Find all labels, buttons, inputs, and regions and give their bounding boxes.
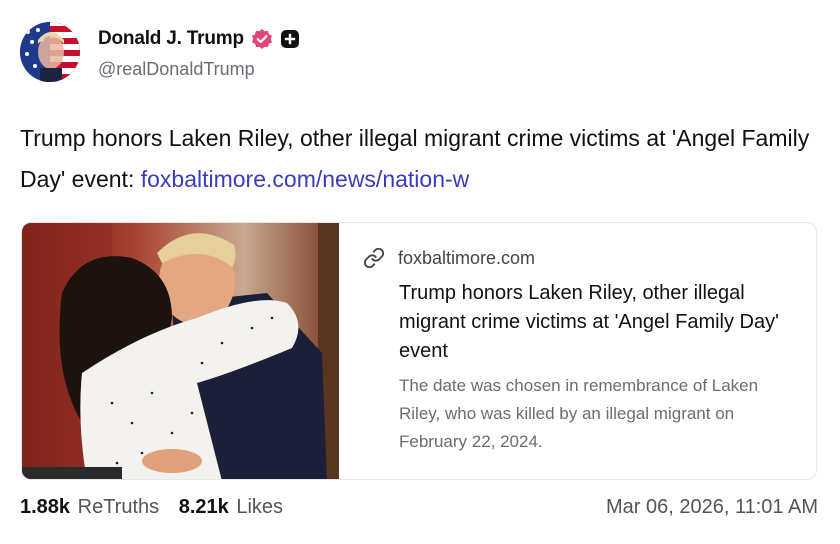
- avatar[interactable]: [20, 22, 80, 82]
- card-domain-row: foxbaltimore.com: [363, 245, 801, 271]
- plus-badge-icon: [280, 29, 300, 49]
- card-domain: foxbaltimore.com: [398, 247, 536, 268]
- retruths-stat[interactable]: 1.88k ReTruths: [20, 496, 159, 519]
- likes-count: 8.21k: [178, 496, 229, 518]
- likes-stat[interactable]: 8.21k Likes: [179, 496, 283, 519]
- post-footer: 1.88k ReTruths 8.21k Likes Mar 06, 2026,…: [20, 496, 818, 526]
- display-name[interactable]: Donald J. Trump: [98, 28, 244, 50]
- post-text: Trump honors Laken Riley, other illegal …: [20, 118, 820, 200]
- card-title[interactable]: Trump honors Laken Riley, other illegal …: [399, 279, 799, 366]
- name-line: Donald J. Trump: [98, 27, 300, 51]
- avatar-flag-portrait-icon: [20, 22, 80, 82]
- verified-badge-icon: [251, 28, 273, 50]
- card-description: The date was chosen in remembrance of La…: [399, 376, 759, 451]
- likes-label: Likes: [236, 496, 284, 518]
- user-handle[interactable]: @realDonaldTrump: [98, 59, 255, 80]
- retruths-label: ReTruths: [77, 496, 160, 518]
- post-header: Donald J. Trump @realDonaldTrump: [20, 22, 820, 84]
- article-photo[interactable]: [22, 223, 339, 479]
- link-preview-card[interactable]: foxbaltimore.com Trump honors Laken Rile…: [21, 222, 817, 480]
- retruths-count: 1.88k: [20, 496, 71, 518]
- card-body: foxbaltimore.com Trump honors Laken Rile…: [361, 245, 801, 456]
- post-link[interactable]: foxbaltimore.com/news/nation-w: [141, 166, 470, 192]
- link-icon: [363, 247, 385, 269]
- post-timestamp[interactable]: Mar 06, 2026, 11:01 AM: [606, 496, 818, 519]
